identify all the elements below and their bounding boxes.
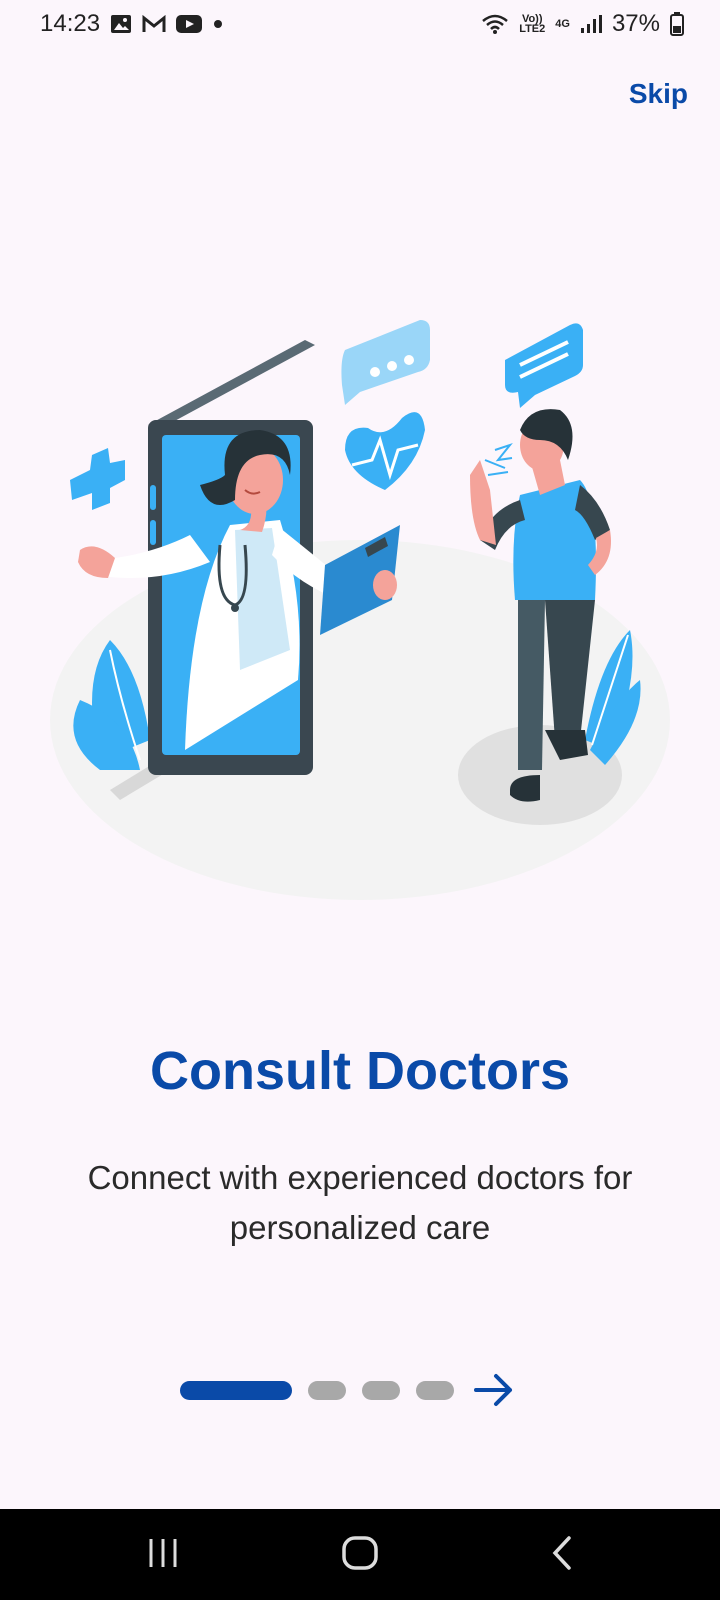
skip-button[interactable]: Skip (629, 78, 688, 110)
page-dot-1[interactable] (180, 1380, 292, 1400)
page-dot-3[interactable] (362, 1380, 400, 1400)
page-indicator (180, 1378, 454, 1402)
network-type: 4G (555, 18, 570, 30)
recent-apps-button[interactable] (145, 1535, 181, 1576)
battery-icon (670, 12, 684, 36)
home-button[interactable] (340, 1535, 380, 1576)
status-bar-left: 14:23 (40, 10, 224, 38)
page-title: Consult Doctors (149, 1041, 570, 1101)
status-bar: 14:23 Vo)) LTE2 4G 37% (0, 0, 720, 48)
battery-percent: 37% (611, 10, 660, 37)
gallery-icon (110, 14, 132, 34)
doctor-video-consultation-illustration (40, 300, 680, 920)
youtube-icon (176, 14, 203, 34)
status-bar-right: Vo)) LTE2 4G 37% (481, 10, 684, 38)
home-icon (342, 1536, 378, 1570)
system-nav-bar (0, 1509, 720, 1600)
volte-indicator: Vo)) LTE2 (519, 14, 546, 35)
recent-apps-icon (149, 1539, 177, 1567)
arrow-right-icon (474, 1374, 512, 1406)
back-icon (552, 1536, 571, 1570)
next-button[interactable] (472, 1368, 516, 1417)
subtitle-line-1: Connect with experienced doctors for (87, 1159, 633, 1196)
signal-icon (580, 14, 602, 34)
clock: 14:23 (40, 10, 101, 37)
page-subtitle: Connect with experienced doctors for per… (40, 1153, 680, 1253)
volte-bottom: LTE2 (519, 23, 546, 35)
back-button[interactable] (545, 1535, 581, 1576)
wifi-icon (481, 13, 509, 35)
notification-dot-icon (212, 18, 224, 30)
page-dot-4[interactable] (416, 1380, 454, 1400)
subtitle-line-2: personalized care (229, 1209, 491, 1246)
page-dot-2[interactable] (308, 1380, 346, 1400)
gmail-icon (142, 15, 166, 33)
